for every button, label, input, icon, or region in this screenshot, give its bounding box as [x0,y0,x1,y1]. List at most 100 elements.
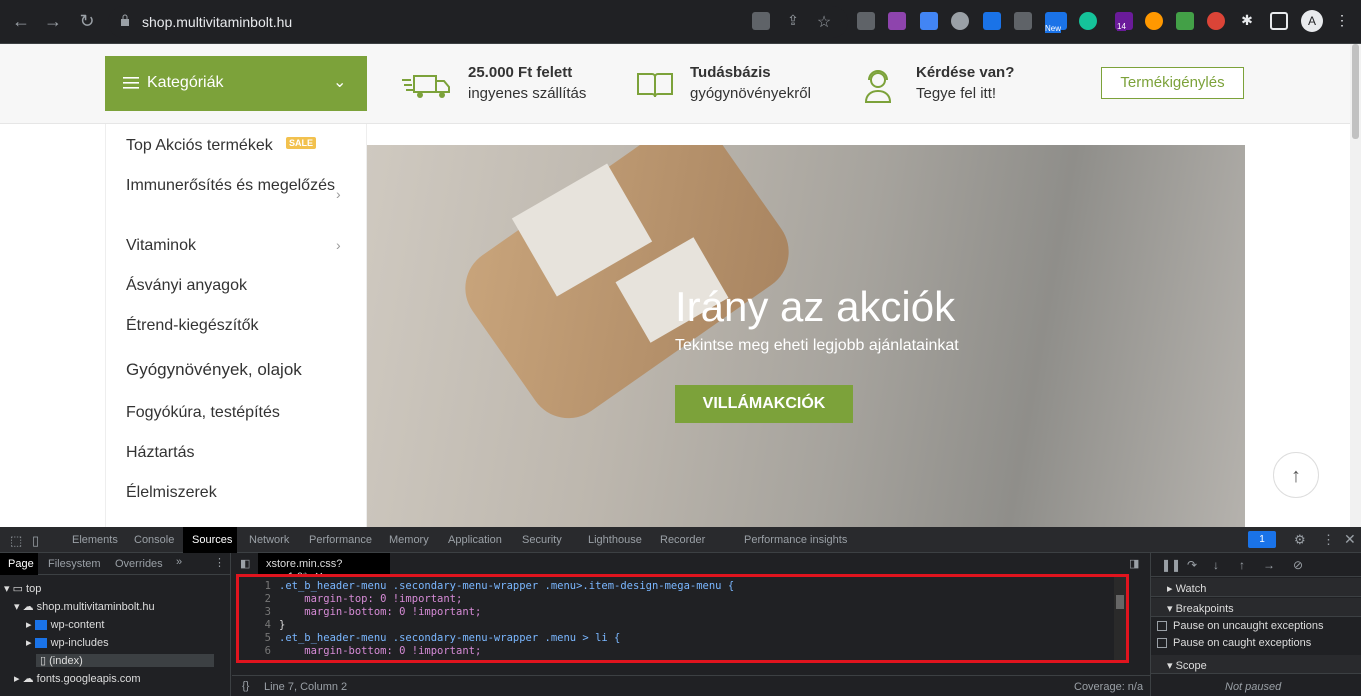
step-icon[interactable]: → [1263,558,1275,572]
section-watch[interactable]: ▸ Watch [1151,578,1361,597]
usp-question[interactable]: Kérdése van? Tegye fel itt! [916,64,1014,102]
extension-grammarly-icon[interactable] [1079,12,1097,30]
url-text: shop.multivitaminbolt.hu [142,14,293,30]
editor-status-bar: {} Line 7, Column 2 Coverage: n/a [232,675,1150,696]
tree-item-index[interactable]: ▯ (index) [36,654,214,667]
extension-docs-icon[interactable] [920,12,938,30]
extension-badge-icon[interactable]: 14 [1115,12,1133,31]
share-icon[interactable]: ⇪ [784,12,802,30]
flash-sale-button[interactable]: VILLÁMAKCIÓK [675,385,853,423]
more-tabs-icon[interactable]: » [176,556,182,568]
section-scope[interactable]: ▾ Scope [1151,655,1361,674]
hero-title: Irány az akciók [675,283,956,330]
menu-kebab-icon[interactable]: ⋮ [1322,532,1335,548]
step-into-icon[interactable]: ↓ [1213,558,1219,572]
sidebar-item-vitamins[interactable]: Vitaminok [126,237,346,255]
back-icon[interactable]: ← [10,10,32,32]
tab-performance-insights[interactable]: Performance insights [744,534,847,546]
tree-item-domain[interactable]: ▾ ☁ shop.multivitaminbolt.hu [14,600,155,613]
categories-label: Kategóriák [147,74,224,91]
pause-uncaught-checkbox[interactable]: Pause on uncaught exceptions [1157,620,1323,632]
tab-overrides[interactable]: Overrides [115,558,163,570]
sidebar-item-herbs[interactable]: Gyógynövények, olajok [126,360,346,380]
extension-chrome-icon[interactable] [1207,12,1225,30]
tab-application[interactable]: Application [448,534,502,546]
categories-button[interactable]: Kategóriák ⌄ [105,56,367,111]
bookmark-star-icon[interactable]: ☆ [815,12,833,31]
product-request-button[interactable]: Termékigénylés [1101,67,1244,99]
devtools-panel: ⬚ ▯ Elements Console Sources Network Per… [0,527,1361,696]
page-scrollbar[interactable] [1350,44,1361,527]
tree-item-wp-content[interactable]: ▸ wp-content [26,618,104,631]
code-editor[interactable]: 1 2 3 4 5 6 .et_b_header-menu .secondary… [236,574,1129,663]
pause-caught-checkbox[interactable]: Pause on caught exceptions [1157,637,1311,649]
gear-icon[interactable]: ⚙ [1294,532,1306,548]
side-panel-icon[interactable] [1270,12,1288,30]
scroll-to-top-button[interactable]: ↑ [1273,452,1319,498]
sidebar-item-fitness[interactable]: Fogyókúra, testépítés [126,404,346,422]
support-person-icon [864,70,892,103]
category-sidebar: Top Akciós termékek SALE Immunerősítés é… [105,124,367,527]
inspect-icon[interactable]: ⬚ [10,533,22,549]
reload-icon[interactable]: ↻ [76,10,98,32]
sidebar-item-food[interactable]: Élelmiszerek [126,484,346,502]
translate-icon[interactable] [752,12,770,30]
chevron-down-icon: ⌄ [333,74,347,91]
extension-globe-icon[interactable] [951,12,969,30]
code-line: .et_b_header-menu .secondary-menu-wrappe… [279,632,621,644]
extension-colorful-icon[interactable] [1176,12,1194,30]
step-over-icon[interactable]: ↷ [1187,558,1197,572]
close-icon[interactable]: ✕ [1344,531,1356,548]
pause-icon[interactable]: ❚❚ [1161,558,1181,572]
deactivate-breakpoints-icon[interactable]: ⊘ [1293,558,1303,572]
usp-knowledge[interactable]: Tudásbázis gyógynövényekről [690,64,811,102]
site-header: Kategóriák ⌄ 25.000 Ft felett ingyenes s… [0,44,1350,124]
extension-camera-icon[interactable] [1014,12,1032,30]
forward-icon[interactable]: → [42,10,64,32]
tab-sources[interactable]: Sources [192,534,232,546]
extension-feather-icon[interactable] [888,12,906,30]
tab-filesystem[interactable]: Filesystem [48,558,101,570]
extensions-puzzle-icon[interactable]: ✱ [1238,12,1256,30]
code-scrollbar[interactable] [1114,577,1126,660]
avatar[interactable]: A [1301,10,1323,32]
tree-item-fonts[interactable]: ▸ ☁ fonts.googleapis.com [14,672,141,685]
issues-badge[interactable]: 1 [1248,531,1276,548]
book-icon [637,73,673,98]
extension-new-icon[interactable]: New [1045,12,1067,33]
tab-page[interactable]: Page [0,553,38,575]
tab-memory[interactable]: Memory [389,534,429,546]
tab-network[interactable]: Network [249,534,289,546]
tab-recorder[interactable]: Recorder [660,534,705,546]
sources-navigator: Page Filesystem Overrides » ⋮ ▾ ▭ top ▾ … [0,553,231,696]
extension-moon-icon[interactable] [1145,12,1163,30]
step-out-icon[interactable]: ↑ [1239,558,1245,572]
scroll-thumb[interactable] [1352,44,1359,139]
extension-translate-icon[interactable] [983,12,1001,30]
tab-lighthouse[interactable]: Lighthouse [588,534,642,546]
folder-icon [34,620,47,631]
device-toggle-icon[interactable]: ▯ [32,533,39,549]
tab-elements[interactable]: Elements [72,534,118,546]
extension-recycle-icon[interactable] [857,12,875,30]
sidebar-item-supplements[interactable]: Étrend-kiegészítők [126,317,346,335]
file-tab[interactable]: xstore.min.css?ver=1.0* ✕ [258,553,390,583]
tree-item-top[interactable]: ▾ ▭ top [4,582,41,595]
truck-icon [402,75,450,98]
sidebar-item-household[interactable]: Háztartás [126,444,346,462]
tree-item-wp-includes[interactable]: ▸ wp-includes [26,636,109,649]
sidebar-item-immune[interactable]: Immunerősítés és megelőzés [126,176,346,196]
cursor-position: Line 7, Column 2 [264,681,348,693]
menu-kebab-icon[interactable]: ⋮ [214,556,225,569]
tab-security[interactable]: Security [522,534,562,546]
tab-performance[interactable]: Performance [309,534,372,546]
chevron-right-icon: › [336,186,341,202]
address-bar[interactable]: shop.multivitaminbolt.hu [108,6,848,38]
pretty-print-icon[interactable]: {} [242,680,249,692]
toggle-navigator-icon[interactable]: ◧ [240,557,250,570]
toggle-debugger-icon[interactable]: ◨ [1129,557,1139,570]
tab-console[interactable]: Console [134,534,174,546]
sidebar-item-minerals[interactable]: Ásványi anyagok [126,277,346,295]
section-breakpoints[interactable]: ▾ Breakpoints [1151,598,1361,617]
menu-kebab-icon[interactable]: ⋮ [1333,12,1351,30]
